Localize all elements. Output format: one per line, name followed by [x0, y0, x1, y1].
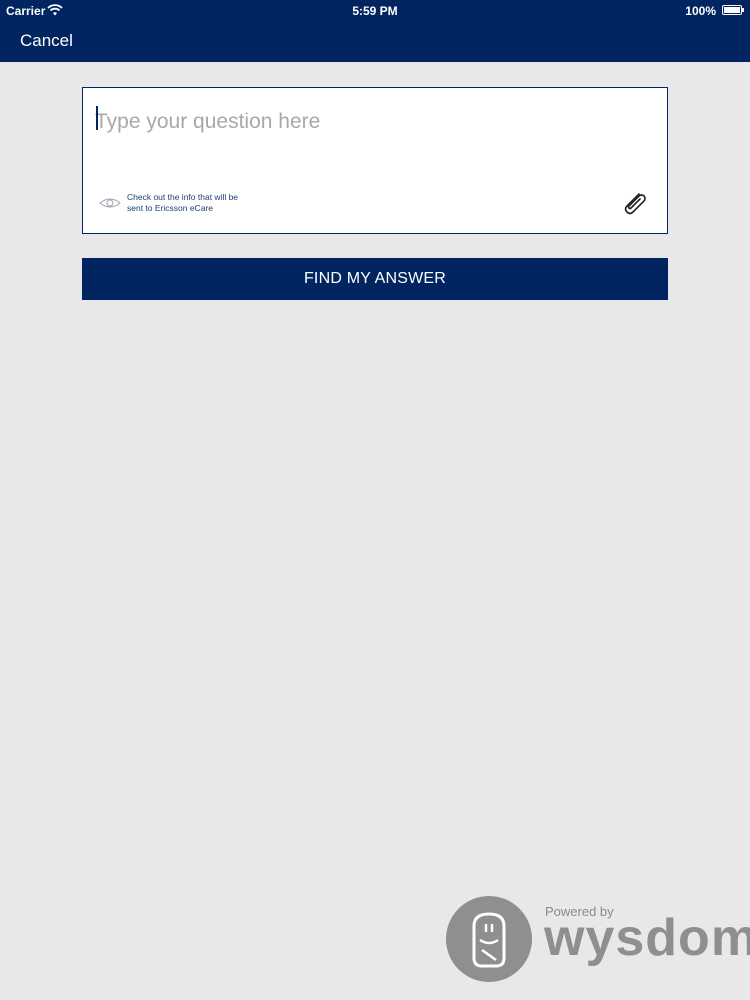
- find-my-answer-button[interactable]: FIND MY ANSWER: [82, 258, 668, 300]
- cancel-button[interactable]: Cancel: [20, 31, 73, 51]
- battery-icon: [722, 5, 744, 15]
- eye-icon: [99, 198, 121, 208]
- text-caret: [96, 106, 98, 130]
- status-bar: Carrier 5:59 PM 100%: [0, 0, 750, 22]
- status-time: 5:59 PM: [352, 4, 398, 18]
- powered-by-wysdom: Powered by wysdom: [446, 896, 750, 986]
- info-preview-link[interactable]: Check out the info that will be sent to …: [99, 192, 247, 214]
- wysdom-owl-icon: [446, 896, 532, 982]
- paperclip-icon[interactable]: [619, 188, 649, 218]
- question-box: Check out the info that will be sent to …: [82, 87, 668, 234]
- battery-percentage: 100%: [685, 4, 716, 18]
- info-preview-text: Check out the info that will be sent to …: [127, 192, 239, 213]
- navigation-bar: Carrier 5:59 PM 100% Cancel: [0, 0, 750, 62]
- question-input[interactable]: [95, 102, 635, 142]
- wysdom-wordmark: wysdom: [544, 909, 750, 967]
